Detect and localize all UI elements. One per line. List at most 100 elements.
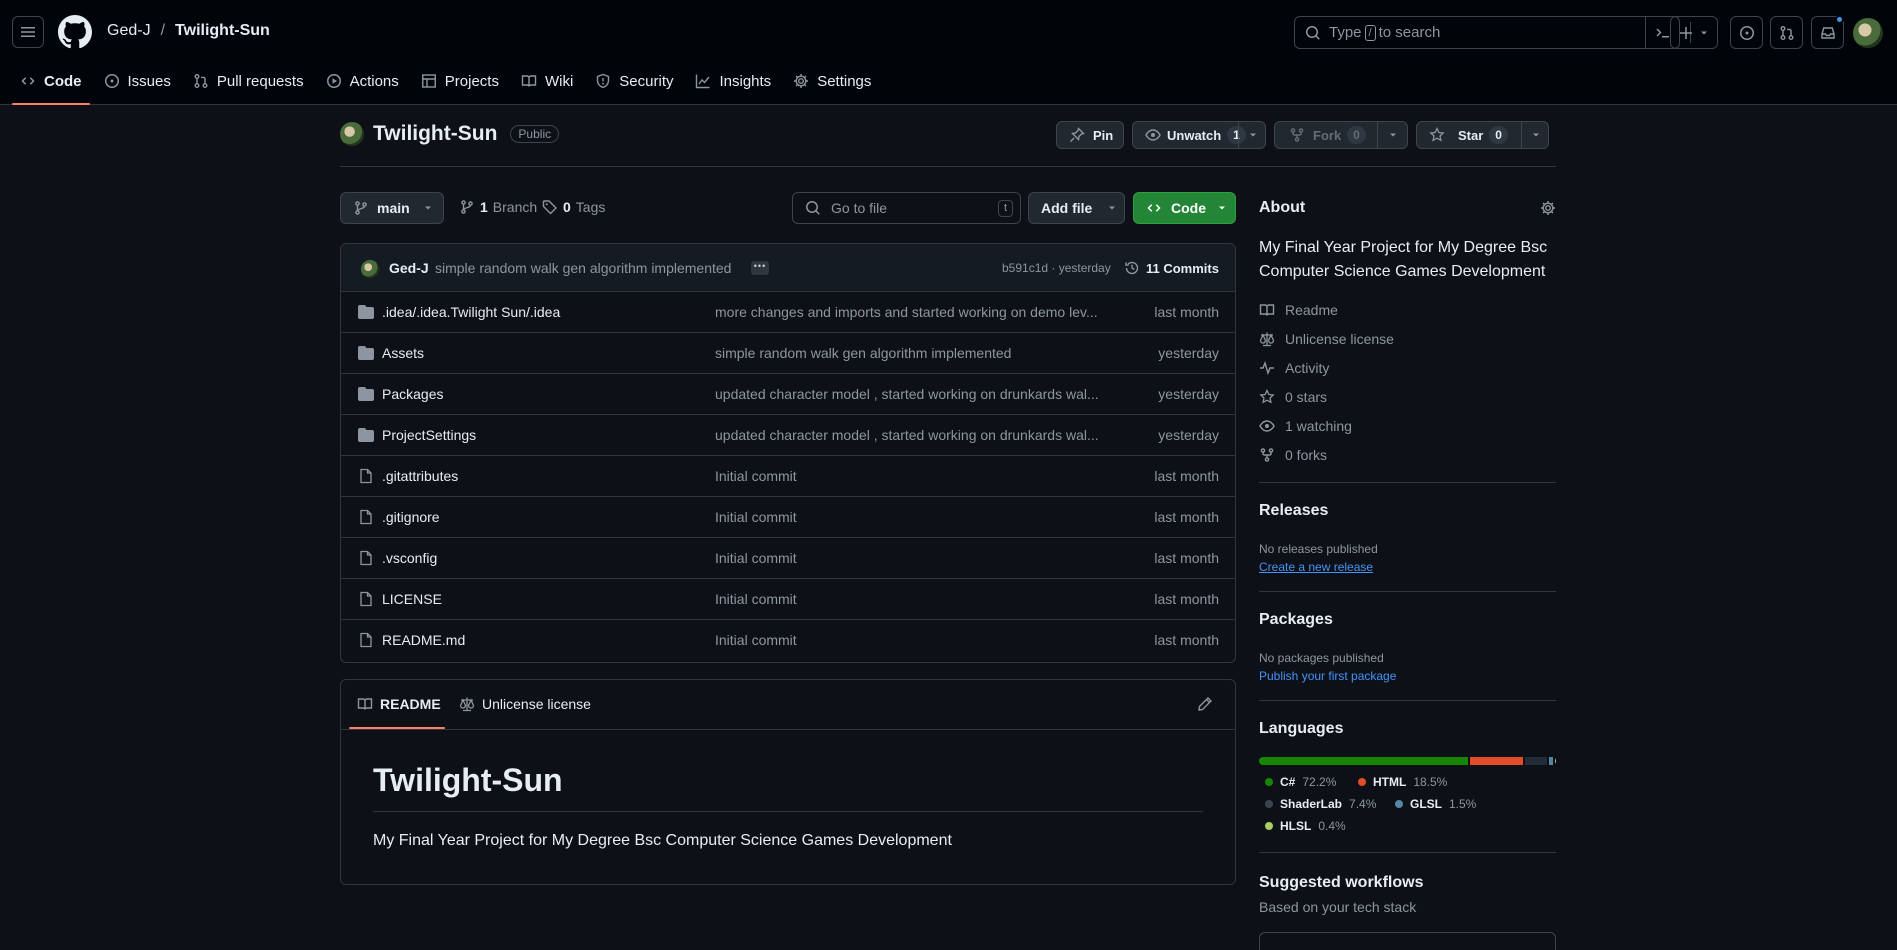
gear-icon[interactable] [1540, 200, 1556, 216]
commit-history-link[interactable]: 11 Commits [1124, 260, 1219, 276]
tab-projects[interactable]: Projects [411, 64, 509, 98]
commit-sha-time[interactable]: b591c1d · yesterday [1002, 261, 1111, 275]
releases-title[interactable]: Releases [1259, 502, 1328, 520]
go-to-file-input[interactable]: Go to file t [792, 192, 1021, 224]
unwatch-button[interactable]: Unwatch 1 [1132, 121, 1266, 149]
breadcrumb-owner[interactable]: Ged-J [107, 22, 151, 40]
github-logo-icon[interactable] [58, 15, 92, 49]
pin-button[interactable]: Pin [1056, 121, 1124, 149]
file-name-link[interactable]: LICENSE [382, 591, 442, 607]
language-item[interactable]: ShaderLab 7.4% [1265, 797, 1376, 811]
file-name-link[interactable]: ProjectSettings [382, 427, 476, 443]
folder-row[interactable]: ProjectSettings updated character model ,… [341, 415, 1235, 456]
commit-author[interactable]: Ged-J [389, 260, 429, 276]
branches-link[interactable]: 1 Branch [459, 199, 537, 215]
file-commit-message[interactable]: updated character model , started workin… [715, 427, 1115, 443]
file-row[interactable]: .gitignore Initial commit last month [341, 497, 1235, 538]
about-activity-link[interactable]: Activity [1259, 360, 1329, 376]
file-commit-message[interactable]: Initial commit [715, 509, 1115, 525]
commit-message[interactable]: simple random walk gen algorithm impleme… [435, 260, 731, 276]
file-commit-message[interactable]: Initial commit [715, 591, 1115, 607]
tab-issues[interactable]: Issues [94, 64, 181, 98]
file-name-link[interactable]: Packages [382, 386, 443, 402]
file-name-link[interactable]: Assets [382, 345, 424, 361]
file-row[interactable]: README.md Initial commit last month [341, 620, 1235, 661]
folder-row[interactable]: Assets simple random walk gen algorithm i… [341, 333, 1235, 374]
file-commit-message[interactable]: Initial commit [715, 550, 1115, 566]
tab-license[interactable]: Unlicense license [459, 696, 591, 712]
search-input[interactable]: Type / to search [1294, 16, 1680, 49]
triangle-down-icon[interactable] [1387, 129, 1399, 141]
pencil-icon[interactable] [1197, 696, 1213, 712]
publish-package-link[interactable]: Publish your first package [1259, 669, 1396, 683]
file-commit-message[interactable]: more changes and imports and started wor… [715, 304, 1115, 320]
about-stars-label: 0 stars [1285, 389, 1328, 405]
tags-link[interactable]: 0 Tags [542, 199, 605, 215]
about-stars-link[interactable]: 0 stars [1259, 389, 1327, 405]
tab-code[interactable]: Code [10, 64, 92, 105]
workflow-card[interactable] [1259, 932, 1556, 950]
issues-button[interactable] [1730, 16, 1763, 49]
file-commit-message[interactable]: simple random walk gen algorithm impleme… [715, 345, 1115, 361]
about-title: About [1259, 199, 1306, 216]
file-name-link[interactable]: .gitignore [382, 509, 440, 525]
tab-actions[interactable]: Actions [316, 64, 409, 98]
about-license-link[interactable]: Unlicense license [1259, 331, 1394, 347]
triangle-down-icon[interactable] [1247, 129, 1259, 141]
file-row[interactable]: .vsconfig Initial commit last month [341, 538, 1235, 579]
repo-owner-avatar[interactable] [340, 122, 364, 146]
plus-icon [1680, 26, 1692, 39]
file-commit-message[interactable]: Initial commit [715, 632, 1115, 648]
file-name-link[interactable]: .gitattributes [382, 468, 458, 484]
commit-author-avatar[interactable] [361, 260, 379, 278]
packages-empty: No packages published [1259, 651, 1384, 665]
file-row[interactable]: .gitattributes Initial commit last month [341, 456, 1235, 497]
language-item[interactable]: HTML 18.5% [1358, 775, 1447, 789]
history-icon [1125, 261, 1139, 275]
packages-title[interactable]: Packages [1259, 611, 1333, 629]
add-file-button[interactable]: Add file [1028, 192, 1125, 224]
pull-requests-button[interactable] [1770, 16, 1803, 49]
repo-title: Twilight-Sun Public [340, 122, 560, 146]
about-readme-link[interactable]: Readme [1259, 302, 1338, 318]
branch-selector[interactable]: main [340, 192, 444, 224]
tab-security[interactable]: Security [585, 64, 683, 98]
breadcrumb-repo[interactable]: Twilight-Sun [175, 22, 270, 40]
about-forks-link[interactable]: 0 forks [1259, 447, 1327, 463]
file-name-link[interactable]: .idea/.idea.Twilight Sun/.idea [382, 304, 560, 320]
file-commit-date: last month [1154, 550, 1219, 566]
star-button[interactable]: Star 0 [1416, 121, 1549, 149]
repo-name[interactable]: Twilight-Sun [373, 122, 497, 146]
code-button[interactable]: Code [1133, 192, 1236, 224]
tab-projects-label: Projects [444, 72, 499, 90]
tab-settings-label: Settings [817, 72, 872, 90]
file-commit-message[interactable]: Initial commit [715, 468, 1115, 484]
create-new-button[interactable] [1670, 16, 1718, 49]
folder-row[interactable]: .idea/.idea.Twilight Sun/.idea more chang… [341, 292, 1235, 333]
tab-license-label: Unlicense license [482, 696, 591, 712]
tab-settings[interactable]: Settings [783, 64, 881, 98]
file-row[interactable]: LICENSE Initial commit last month [341, 579, 1235, 620]
language-item[interactable]: C# 72.2% [1265, 775, 1336, 789]
tag-icon [542, 200, 557, 215]
file-name-link[interactable]: README.md [382, 632, 465, 648]
tab-insights[interactable]: Insights [685, 64, 781, 98]
menu-button[interactable] [12, 16, 44, 48]
readme-body: My Final Year Project for My Degree Bsc … [373, 832, 952, 849]
folder-row[interactable]: Packages updated character model , starte… [341, 374, 1235, 415]
fork-button[interactable]: Fork 0 [1274, 121, 1408, 149]
user-avatar[interactable] [1853, 18, 1883, 48]
tab-wiki[interactable]: Wiki [511, 64, 583, 98]
tab-readme[interactable]: README [357, 696, 441, 712]
file-commit-message[interactable]: updated character model , started workin… [715, 386, 1115, 402]
file-name-link[interactable]: .vsconfig [382, 550, 437, 566]
file-table: Ged-J simple random walk gen algorithm i… [340, 243, 1236, 663]
create-release-link[interactable]: Create a new release [1259, 560, 1373, 574]
book-icon [1259, 304, 1275, 316]
tab-pull-requests[interactable]: Pull requests [183, 64, 314, 98]
commit-expand-button[interactable]: ••• [751, 261, 769, 275]
language-item[interactable]: HLSL 0.4% [1265, 819, 1346, 833]
language-item[interactable]: GLSL 1.5% [1395, 797, 1476, 811]
triangle-down-icon[interactable] [1530, 129, 1542, 141]
about-watching-link[interactable]: 1 watching [1259, 418, 1352, 434]
